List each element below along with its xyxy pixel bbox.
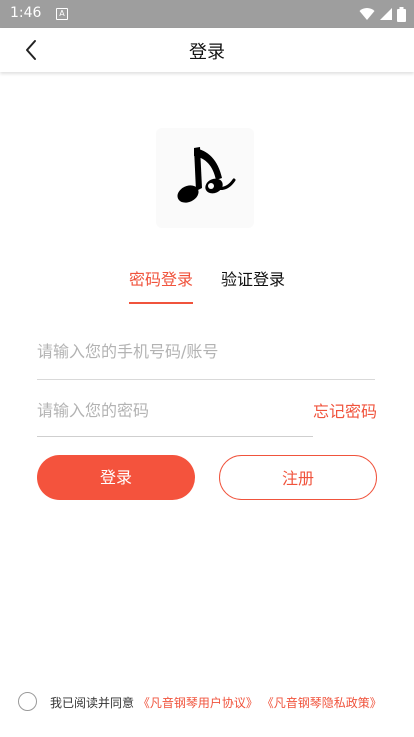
status-time: 1:46 <box>10 5 42 21</box>
wifi-icon <box>359 8 375 20</box>
agreement-checkbox[interactable] <box>18 692 37 711</box>
password-divider <box>37 436 313 437</box>
signal-icon <box>380 8 392 20</box>
user-agreement-link[interactable]: 《凡音钢琴用户协议》 <box>138 696 258 710</box>
notification-icon: A <box>56 8 68 20</box>
account-input[interactable] <box>37 339 375 363</box>
agreement-text: 我已阅读并同意 <box>50 696 135 710</box>
login-button[interactable]: 登录 <box>37 455 195 500</box>
status-bar: 1:46 A <box>0 0 414 28</box>
register-button[interactable]: 注册 <box>219 455 377 500</box>
forgot-password-link[interactable]: 忘记密码 <box>313 398 377 422</box>
battery-icon <box>397 6 406 22</box>
active-tab-indicator <box>129 302 193 304</box>
agreement-row: 我已阅读并同意 《凡音钢琴用户协议》 《凡音钢琴隐私政策》 <box>50 694 382 711</box>
tab-password-login[interactable]: 密码登录 <box>129 266 193 290</box>
music-note-icon <box>177 147 236 203</box>
app-bar: 登录 <box>0 28 414 72</box>
privacy-policy-link[interactable]: 《凡音钢琴隐私政策》 <box>262 696 382 710</box>
app-logo <box>156 128 254 228</box>
page-title: 登录 <box>189 42 225 63</box>
account-divider <box>37 379 375 380</box>
status-icons <box>359 6 406 22</box>
password-input[interactable] <box>37 398 297 422</box>
tab-code-login[interactable]: 验证登录 <box>221 266 285 290</box>
